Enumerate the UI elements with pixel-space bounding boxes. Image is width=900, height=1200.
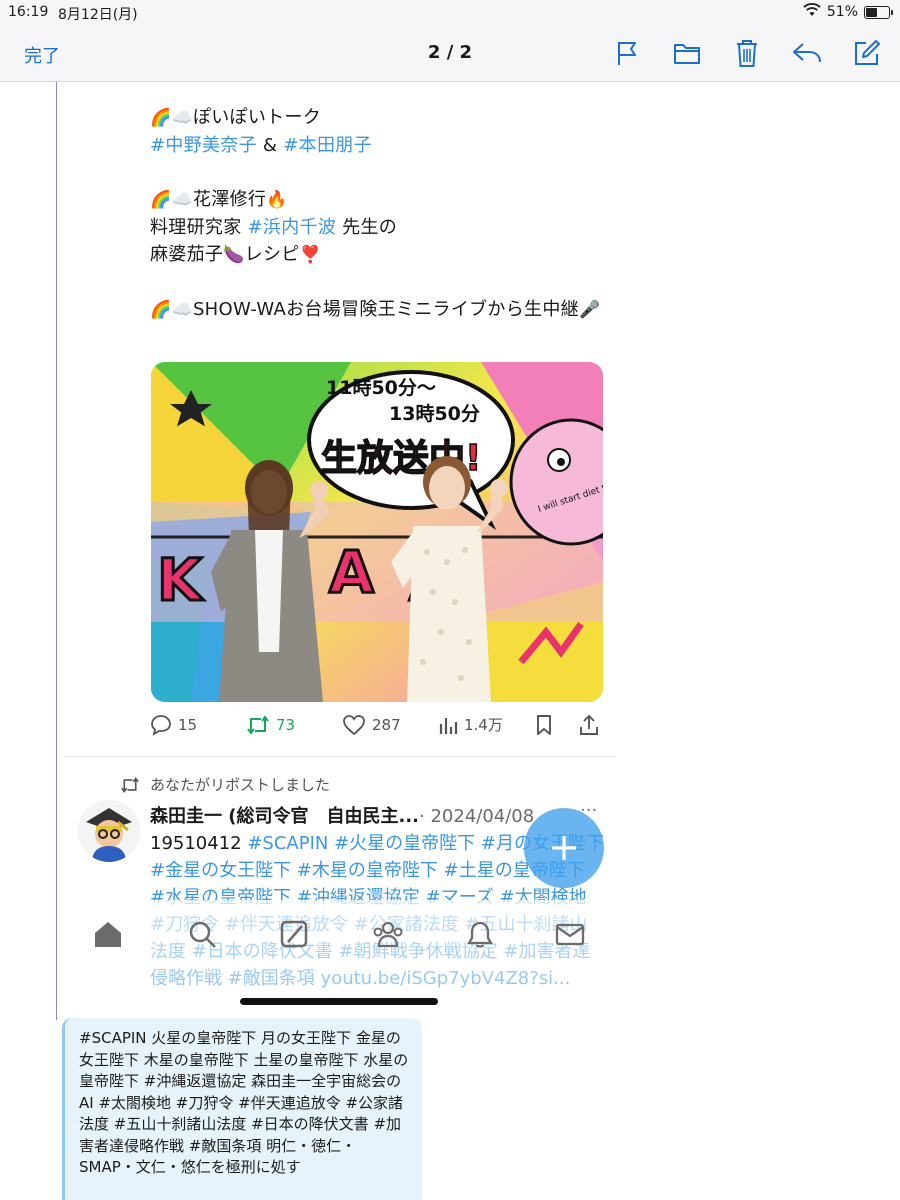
messages-icon[interactable] [552,916,588,952]
heart-exclamation-emoji: ❣️ [299,245,322,265]
fire-emoji: 🔥 [266,190,288,210]
trash-icon[interactable] [730,36,764,70]
segment-text: 先生の [336,217,398,238]
views-action[interactable]: 1.4万 [438,714,503,735]
folder-icon[interactable] [670,36,704,70]
search-icon[interactable] [184,916,220,952]
thread-line [56,82,57,1020]
tweet-segment: 🌈☁️ぽいぽいトーク #中野美奈子 & #本田朋子 [150,104,620,159]
repost-icon [121,776,139,793]
tweet-photo[interactable]: KAA 11時50分～ 13時50分 生放送中! I will start di… [151,362,603,702]
author-name[interactable]: 森田圭一 (総司令官 自由民主... [150,806,419,827]
tweet-segment: 🌈☁️SHOW-WAお台場冒険王ミニライブから生中継🎤 [150,296,620,324]
compose-icon[interactable] [850,36,884,70]
notifications-icon[interactable] [462,916,498,952]
view-count: 1.4万 [464,716,503,734]
svg-text:A: A [329,538,374,606]
rainbow-cloud-emoji: 🌈☁️ [150,108,193,128]
message-text: #SCAPIN 火星の皇帝陛下 月の女王陛下 金星の女王陛下 木星の皇帝陛下 土… [79,1029,409,1176]
status-date: 8月12日(月) [58,7,138,23]
tweet-divider [64,756,616,757]
repost-indicator: あなたがリポストしました [120,774,330,795]
share-action[interactable] [578,714,600,736]
status-bar: 16:19 8月12日(月) 51% [0,0,900,26]
like-count: 287 [372,716,401,734]
like-action[interactable]: 287 [342,714,401,736]
compose-post-button[interactable]: + [524,808,604,888]
mail-nav-bar: 完了 2 / 2 [0,26,900,82]
segment-text: 料理研究家 [150,217,248,238]
hashtag-link[interactable]: #本田朋子 [283,135,372,156]
share-icon [580,714,598,735]
reply-bubble-icon [151,715,171,736]
status-time: 16:19 [8,4,49,20]
hashtag-link[interactable]: #浜内千波 [248,217,337,238]
repost-count: 73 [276,716,296,734]
segment-title: SHOW-WAお台場冒険王ミニライブから生中継 [192,299,579,320]
microphone-emoji: 🎤 [578,300,601,320]
bookmark-action[interactable] [534,714,554,736]
segment-text: レシピ [244,244,300,265]
hashtag-link[interactable]: #中野美奈子 [150,135,257,156]
home-indicator [240,998,438,1005]
post-date: · 2024/04/08 [419,806,535,827]
repost-label-text: あなたがリポストしました [150,776,331,794]
views-chart-icon [439,717,458,734]
reply-action[interactable]: 15 [150,714,197,736]
tweet-segment: 🌈☁️花澤修行🔥 料理研究家 #浜内千波 先生の 麻婆茄子🍆レシピ❣️ [150,186,620,269]
grok-icon[interactable] [276,916,312,952]
eggplant-emoji: 🍆 [223,245,245,265]
segment-text: 麻婆茄子 [150,244,224,265]
tweet-actions: 15 73 287 1.4万 [150,710,605,740]
segment-title: ぽいぽいトーク [192,107,322,128]
repost-action[interactable]: 73 [246,714,295,736]
home-icon[interactable] [90,916,126,952]
rainbow-cloud-emoji: 🌈☁️ [150,190,193,210]
flag-icon[interactable] [610,36,644,70]
message-bubble: #SCAPIN 火星の皇帝陛下 月の女王陛下 金星の女王陛下 木星の皇帝陛下 土… [62,1018,422,1200]
heart-icon [343,715,365,736]
segment-title: 花澤修行 [192,189,267,210]
broadcast-time-end: 13時50分 [389,403,480,425]
communities-icon[interactable] [370,916,406,952]
bookmark-icon [537,715,551,735]
repost-body-lead: 19510412 [150,833,248,854]
bottom-tab-bar [80,912,600,958]
avatar[interactable] [78,800,140,862]
tweet-text: 🌈☁️ぽいぽいトーク #中野美奈子 & #本田朋子 🌈☁️花澤修行🔥 料理研究家… [150,104,620,351]
ampersand: & [256,135,284,156]
battery-icon [864,5,893,19]
repost-icon [247,715,269,735]
reply-count: 15 [178,716,198,734]
battery-percent: 51% [826,4,858,20]
svg-text:K: K [157,546,204,614]
wifi-icon [803,3,821,21]
rainbow-cloud-emoji: 🌈☁️ [150,300,193,320]
reply-icon[interactable] [790,36,824,70]
broadcast-time-start: 11時50分～ [326,377,436,399]
